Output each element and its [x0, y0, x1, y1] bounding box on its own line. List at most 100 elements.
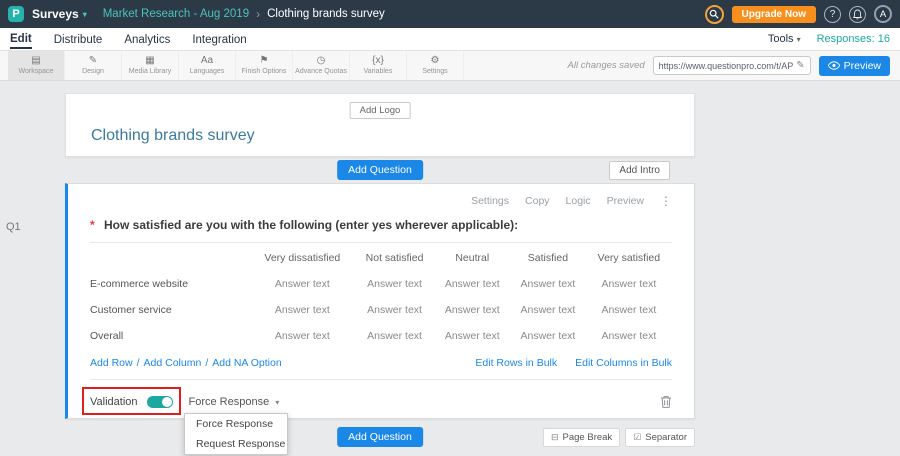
- breadcrumb-folder[interactable]: Market Research - Aug 2019: [103, 8, 249, 20]
- breadcrumb-current: Clothing brands survey: [267, 8, 385, 20]
- add-logo-button[interactable]: Add Logo: [350, 102, 411, 119]
- question-settings-link[interactable]: Settings: [471, 195, 509, 207]
- menu-item-force-response[interactable]: Force Response: [185, 414, 287, 434]
- footer-toggles: ⊟ Page Break ☑ Separator: [543, 428, 695, 447]
- matrix-row-label[interactable]: E-commerce website: [90, 271, 250, 297]
- chevron-down-icon: ▾: [797, 35, 801, 44]
- main-nav: Edit Distribute Analytics Integration To…: [0, 28, 900, 51]
- add-intro-button[interactable]: Add Intro: [609, 161, 670, 180]
- edit-columns-in-bulk-link[interactable]: Edit Columns in Bulk: [575, 357, 672, 369]
- matrix-column-header[interactable]: Very dissatisfied: [250, 245, 355, 271]
- toolbar-item-languages[interactable]: Aa Languages: [179, 51, 236, 80]
- tab-distribute[interactable]: Distribute: [54, 31, 103, 48]
- question-text[interactable]: How satisfied are you with the following…: [104, 218, 518, 232]
- breadcrumb-separator-icon: ›: [256, 7, 260, 21]
- toolbar-item-workspace[interactable]: ▤ Workspace: [8, 51, 65, 80]
- answer-cell[interactable]: Answer text: [355, 323, 435, 349]
- preview-button[interactable]: Preview: [819, 56, 890, 76]
- tab-integration[interactable]: Integration: [192, 31, 246, 48]
- answer-cell[interactable]: Answer text: [510, 271, 586, 297]
- divider: [90, 242, 672, 243]
- validation-toggle[interactable]: [147, 396, 173, 408]
- answer-cell[interactable]: Answer text: [250, 271, 355, 297]
- matrix-column-header[interactable]: Satisfied: [510, 245, 586, 271]
- toolbar-item-finish-options[interactable]: ⚑ Finish Options: [236, 51, 293, 80]
- survey-url-input[interactable]: [659, 61, 794, 71]
- notifications-button[interactable]: [849, 6, 866, 23]
- toolbar-item-variables[interactable]: {x} Variables: [350, 51, 407, 80]
- required-marker: *: [90, 218, 95, 232]
- add-question-row-top: Add Question Add Intro: [65, 157, 695, 183]
- answer-cell[interactable]: Answer text: [586, 297, 672, 323]
- questionpro-logo[interactable]: P: [8, 6, 24, 22]
- tab-edit[interactable]: Edit: [10, 30, 32, 49]
- response-type-menu: Force Response Request Response: [184, 413, 288, 455]
- question-menu: Settings Copy Logic Preview ⋮: [90, 194, 672, 208]
- answer-cell[interactable]: Answer text: [355, 297, 435, 323]
- answer-cell[interactable]: Answer text: [434, 297, 510, 323]
- question-logic-link[interactable]: Logic: [566, 195, 591, 207]
- matrix-row-label[interactable]: Overall: [90, 323, 250, 349]
- answer-cell[interactable]: Answer text: [434, 323, 510, 349]
- table-row: E-commerce website Answer text Answer te…: [90, 271, 672, 297]
- toolbar-item-advance-quotas[interactable]: ◷ Advance Quotas: [293, 51, 350, 80]
- separator-button[interactable]: ☑ Separator: [625, 428, 695, 447]
- questionpro-survey-editor: P Surveys ▾ Market Research - Aug 2019 ›…: [0, 0, 900, 456]
- more-options-icon[interactable]: ⋮: [660, 194, 672, 208]
- matrix-column-header[interactable]: Neutral: [434, 245, 510, 271]
- edit-url-icon[interactable]: ✎: [796, 60, 804, 71]
- edit-rows-in-bulk-link[interactable]: Edit Rows in Bulk: [475, 357, 557, 369]
- answer-cell[interactable]: Answer text: [355, 271, 435, 297]
- upgrade-now-button[interactable]: Upgrade Now: [732, 6, 816, 23]
- answer-cell[interactable]: Answer text: [434, 271, 510, 297]
- help-button[interactable]: ?: [824, 6, 841, 23]
- responses-count[interactable]: Responses: 16: [817, 33, 890, 45]
- matrix-column-header[interactable]: Not satisfied: [355, 245, 435, 271]
- surveys-menu-label: Surveys: [32, 7, 79, 21]
- toolbar-item-settings[interactable]: ⚙ Settings: [407, 51, 464, 80]
- answer-cell[interactable]: Answer text: [250, 297, 355, 323]
- answer-cell[interactable]: Answer text: [586, 271, 672, 297]
- answer-cell[interactable]: Answer text: [586, 323, 672, 349]
- tab-analytics[interactable]: Analytics: [124, 31, 170, 48]
- topbar: P Surveys ▾ Market Research - Aug 2019 ›…: [0, 0, 900, 28]
- matrix-corner: [90, 245, 250, 271]
- add-column-link[interactable]: Add Column: [144, 357, 202, 369]
- answer-cell[interactable]: Answer text: [250, 323, 355, 349]
- toolbar-item-media-library[interactable]: ▦ Media Library: [122, 51, 179, 80]
- workspace-icon: ▤: [31, 56, 40, 67]
- divider: [90, 379, 672, 380]
- surveys-menu[interactable]: Surveys ▾: [32, 7, 87, 21]
- tools-menu[interactable]: Tools ▾: [768, 33, 801, 45]
- page-break-button[interactable]: ⊟ Page Break: [543, 428, 620, 447]
- link-separator: /: [205, 357, 208, 369]
- editor-toolbar: ▤ Workspace ✎ Design ▦ Media Library Aa …: [0, 51, 900, 81]
- matrix-table: Very dissatisfied Not satisfied Neutral …: [90, 245, 672, 349]
- question-copy-link[interactable]: Copy: [525, 195, 550, 207]
- languages-icon: Aa: [201, 56, 213, 67]
- gear-icon: ⚙: [431, 56, 440, 67]
- menu-item-request-response[interactable]: Request Response: [185, 434, 287, 454]
- add-row-link[interactable]: Add Row: [90, 357, 133, 369]
- add-question-button-bottom[interactable]: Add Question: [337, 427, 423, 447]
- response-type-dropdown[interactable]: Force Response ▾: [189, 396, 280, 408]
- answer-cell[interactable]: Answer text: [510, 323, 586, 349]
- question-preview-link[interactable]: Preview: [607, 195, 644, 207]
- separator-check-icon: ☑: [633, 432, 641, 443]
- matrix-row-label[interactable]: Customer service: [90, 297, 250, 323]
- add-na-option-link[interactable]: Add NA Option: [212, 357, 281, 369]
- matrix-header-row: Very dissatisfied Not satisfied Neutral …: [90, 245, 672, 271]
- toolbar-item-design[interactable]: ✎ Design: [65, 51, 122, 80]
- answer-cell[interactable]: Answer text: [510, 297, 586, 323]
- row-column-links: Add Row/Add Column/Add NA Option: [90, 357, 282, 369]
- chevron-down-icon: ▾: [83, 10, 87, 19]
- delete-question-button[interactable]: [660, 395, 672, 409]
- design-icon: ✎: [89, 56, 97, 67]
- table-actions-row: Add Row/Add Column/Add NA Option Edit Ro…: [90, 357, 672, 369]
- add-question-button-top[interactable]: Add Question: [337, 160, 423, 180]
- survey-title[interactable]: Clothing brands survey: [91, 127, 255, 145]
- matrix-column-header[interactable]: Very satisfied: [586, 245, 672, 271]
- search-button[interactable]: [705, 5, 724, 24]
- user-avatar[interactable]: A: [874, 5, 892, 23]
- trash-icon: [660, 395, 672, 409]
